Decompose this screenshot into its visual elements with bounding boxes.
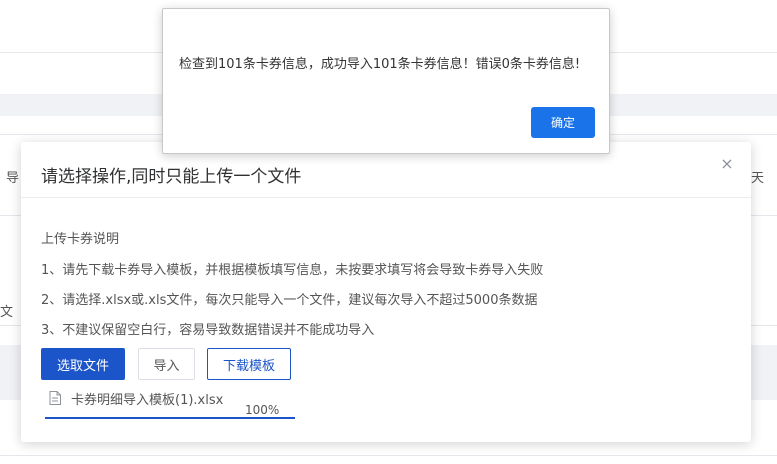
instruction-line: 1、请先下载卡券导入模板，并根据模板填写信息，未按要求填写将会导致卡券导入失败 [41,263,544,278]
divider [0,455,777,456]
progress-percentage: 100% [245,403,280,417]
background-text: 文 [0,305,14,320]
select-file-button[interactable]: 选取文件 [41,348,125,380]
file-name: 卡券明细导入模板(1).xlsx [71,392,224,408]
progress-fill [45,417,295,419]
download-template-button[interactable]: 下载模板 [207,348,291,380]
upload-dialog: 请选择操作,同时只能上传一个文件 × 上传卡券说明 1、请先下载卡券导入模板，并… [21,142,751,442]
alert-dialog: 检查到101条卡券信息，成功导入101条卡券信息！错误0条卡券信息! 确定 [162,8,610,154]
dialog-title: 请选择操作,同时只能上传一个文件 [41,167,302,187]
import-button[interactable]: 导入 [138,348,195,380]
confirm-button[interactable]: 确定 [531,107,595,138]
description-title: 上传卡券说明 [41,232,120,247]
instruction-line: 3、不建议保留空白行，容易导致数据错误并不能成功导入 [41,323,375,338]
document-icon [49,391,61,405]
close-icon[interactable]: × [719,156,735,172]
background-text: 导 [6,171,20,186]
instruction-line: 2、请选择.xlsx或.xls文件，每次只能导入一个文件，建议每次导入不超过50… [41,293,538,308]
alert-message: 检查到101条卡券信息，成功导入101条卡券信息！错误0条卡券信息! [179,57,581,72]
uploaded-file-item[interactable]: 卡券明细导入模板(1).xlsx [49,389,224,408]
progress-bar [45,417,295,419]
background-text: 天 [751,171,765,186]
